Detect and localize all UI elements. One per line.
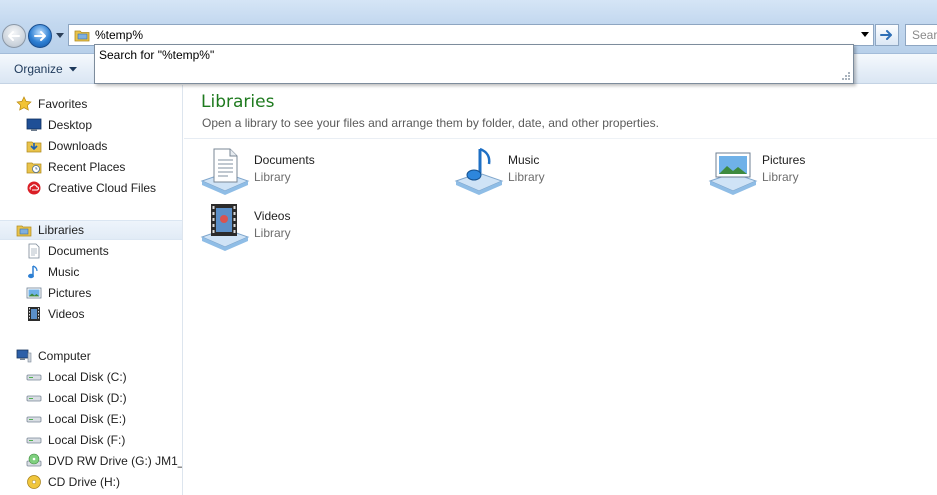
sidebar-item-documents[interactable]: Documents	[26, 241, 109, 261]
sidebar-item-label: DVD RW Drive (G:) JM1_C	[48, 454, 183, 468]
star-icon	[16, 96, 32, 112]
videos-library-icon	[200, 204, 250, 251]
library-type: Library	[508, 170, 545, 184]
page-subtitle: Open a library to see your files and arr…	[202, 116, 659, 130]
navigation-pane: Favorites Desktop Downloads Recent Place…	[0, 85, 183, 495]
disk-icon	[26, 390, 42, 406]
library-type: Library	[254, 226, 291, 240]
music-library-icon	[454, 147, 504, 195]
sidebar-item-desktop[interactable]: Desktop	[26, 115, 92, 135]
cd-drive-icon	[26, 474, 42, 490]
disk-icon	[26, 411, 42, 427]
library-type: Library	[762, 170, 799, 184]
forward-arrow-icon	[34, 31, 46, 41]
music-icon	[26, 264, 42, 280]
sidebar-item-label: Local Disk (F:)	[48, 433, 126, 447]
documents-icon	[26, 243, 42, 259]
sidebar-item-label: Local Disk (D:)	[48, 391, 127, 405]
libraries-icon	[16, 222, 32, 238]
organize-label: Organize	[14, 62, 63, 76]
sidebar-item-label: Pictures	[48, 286, 92, 300]
address-dropdown-button[interactable]	[857, 25, 873, 45]
sidebar-item-label: Desktop	[48, 118, 93, 132]
computer-icon	[16, 348, 32, 364]
sidebar-item-label: Creative Cloud Files	[48, 181, 157, 195]
sidebar-item-label: Favorites	[38, 97, 88, 111]
address-input[interactable]	[92, 26, 857, 44]
sidebar-item-local-disk-e[interactable]: Local Disk (E:)	[26, 409, 126, 429]
sidebar-item-label: Local Disk (E:)	[48, 412, 127, 426]
creative-cloud-icon	[26, 180, 42, 196]
sidebar-item-label: Computer	[38, 349, 91, 363]
disk-icon	[26, 432, 42, 448]
library-tile-music[interactable]: Music Library	[454, 145, 694, 195]
sidebar-item-local-disk-c[interactable]: Local Disk (C:)	[26, 367, 127, 387]
back-button[interactable]	[2, 24, 26, 48]
sidebar-item-label: CD Drive (H:)	[48, 475, 120, 489]
library-tile-videos[interactable]: Videos Library	[200, 201, 440, 251]
downloads-icon	[26, 138, 42, 154]
libraries-folder-icon	[72, 25, 92, 45]
sidebar-item-label: Downloads	[48, 139, 108, 153]
documents-library-icon	[200, 148, 250, 195]
sidebar-item-local-disk-f[interactable]: Local Disk (F:)	[26, 430, 125, 450]
sidebar-item-label: Libraries	[38, 223, 85, 237]
library-type: Library	[254, 170, 291, 184]
sidebar-item-pictures[interactable]: Pictures	[26, 283, 91, 303]
videos-icon	[26, 306, 42, 322]
chevron-down-icon	[56, 33, 64, 38]
address-suggestion-dropdown: Search for "%temp%"	[94, 44, 854, 84]
sidebar-libraries[interactable]: Libraries	[0, 220, 182, 240]
sidebar-item-label: Documents	[48, 244, 109, 258]
go-arrow-icon	[880, 30, 892, 40]
sidebar-item-cd-drive-h[interactable]: CD Drive (H:)	[26, 472, 120, 492]
resize-grip-icon[interactable]	[841, 71, 851, 81]
sidebar-item-label: Music	[48, 265, 80, 279]
library-name: Music	[508, 153, 540, 167]
sidebar-item-downloads[interactable]: Downloads	[26, 136, 107, 156]
page-title: Libraries	[201, 92, 275, 112]
search-suggestion-item[interactable]: Search for "%temp%"	[99, 48, 214, 62]
address-bar[interactable]	[68, 24, 874, 46]
sidebar-item-recent-places[interactable]: Recent Places	[26, 157, 125, 177]
library-name: Pictures	[762, 153, 806, 167]
sidebar-item-music[interactable]: Music	[26, 262, 79, 282]
pictures-library-icon	[708, 152, 758, 195]
library-tile-documents[interactable]: Documents Library	[200, 145, 440, 195]
chevron-down-icon	[861, 32, 869, 37]
organize-button[interactable]: Organize	[8, 58, 83, 80]
dvd-drive-icon	[26, 453, 42, 469]
divider	[184, 138, 937, 139]
disk-icon	[26, 369, 42, 385]
library-name: Videos	[254, 209, 291, 223]
sidebar-item-videos[interactable]: Videos	[26, 304, 84, 324]
sidebar-item-dvd-rw-drive-g[interactable]: DVD RW Drive (G:) JM1_C	[26, 451, 183, 471]
search-input[interactable]: Sear	[905, 24, 937, 46]
sidebar-computer[interactable]: Computer	[16, 346, 91, 366]
desktop-icon	[26, 117, 42, 133]
sidebar-item-label: Videos	[48, 307, 85, 321]
chevron-down-icon	[68, 66, 77, 71]
sidebar-item-local-disk-d[interactable]: Local Disk (D:)	[26, 388, 127, 408]
sidebar-item-creative-cloud-files[interactable]: Creative Cloud Files	[26, 178, 156, 198]
forward-button[interactable]	[28, 24, 52, 48]
pictures-icon	[26, 285, 42, 301]
library-name: Documents	[254, 153, 315, 167]
back-arrow-icon	[8, 31, 20, 41]
sidebar-item-label: Local Disk (C:)	[48, 370, 127, 384]
libraries-content-pane: Libraries Open a library to see your fil…	[184, 85, 937, 495]
sidebar-favorites[interactable]: Favorites	[16, 94, 87, 114]
recent-places-icon	[26, 159, 42, 175]
recent-pages-button[interactable]	[55, 31, 65, 41]
library-tile-pictures[interactable]: Pictures Library	[708, 145, 937, 195]
sidebar-item-label: Recent Places	[48, 160, 126, 174]
go-button[interactable]	[875, 24, 899, 46]
